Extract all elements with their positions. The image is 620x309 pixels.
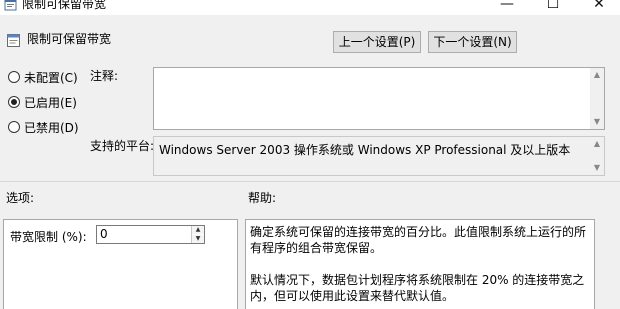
scroll-up-icon[interactable]: ▲ xyxy=(590,138,604,150)
options-label: 选项: xyxy=(6,191,35,205)
comment-scrollbar[interactable]: ▲ ▼ xyxy=(590,68,604,129)
radio-not-configured[interactable]: 未配置(C) xyxy=(8,69,78,85)
radio-enabled[interactable]: 已启用(E) xyxy=(8,94,77,110)
help-text: 确定系统可保留的连接带宽的百分比。此值限制系统上运行的所有程序的组合带宽保留。 … xyxy=(250,224,592,304)
radio-circle[interactable] xyxy=(8,121,20,133)
supported-scrollbar[interactable]: ▲ ▼ xyxy=(590,137,604,175)
scroll-up-icon[interactable]: ▲ xyxy=(590,69,604,81)
spin-up-icon[interactable]: ▲ xyxy=(192,226,204,234)
help-panel: 确定系统可保留的连接带宽的百分比。此值限制系统上运行的所有程序的组合带宽保留。 … xyxy=(245,219,595,309)
setting-title: 限制可保留带宽 xyxy=(27,32,112,46)
supported-label: 支持的平台: xyxy=(90,139,155,153)
policy-settings-icon xyxy=(4,0,17,11)
spinner-buttons[interactable]: ▲ ▼ xyxy=(191,226,204,243)
radio-disabled[interactable]: 已禁用(D) xyxy=(8,119,79,135)
radio-label: 未配置(C) xyxy=(24,70,78,85)
comment-field[interactable]: ▲ ▼ xyxy=(153,67,605,130)
window-title: 限制可保留带宽 xyxy=(22,0,107,11)
bandwidth-limit-value[interactable]: 0 xyxy=(100,227,108,241)
options-panel: 带宽限制 (%): 0 ▲ ▼ xyxy=(3,219,238,309)
spin-down-icon[interactable]: ▼ xyxy=(192,235,204,243)
scroll-down-icon[interactable]: ▼ xyxy=(590,116,604,128)
supported-value: Windows Server 2003 操作系统或 Windows XP Pro… xyxy=(159,143,571,157)
title-bar: 限制可保留带宽 — ☐ ✕ xyxy=(0,0,620,15)
radio-label: 已禁用(D) xyxy=(24,120,79,135)
supported-field: Windows Server 2003 操作系统或 Windows XP Pro… xyxy=(153,136,605,176)
radio-circle[interactable] xyxy=(8,71,20,83)
help-label: 帮助: xyxy=(248,191,277,205)
section-divider xyxy=(0,181,620,182)
bandwidth-limit-spinner[interactable]: 0 ▲ ▼ xyxy=(96,225,205,244)
help-paragraph: 确定系统可保留的连接带宽的百分比。此值限制系统上运行的所有程序的组合带宽保留。 xyxy=(250,225,587,255)
radio-circle[interactable] xyxy=(8,96,20,108)
comment-label: 注释: xyxy=(90,69,119,83)
bandwidth-limit-label: 带宽限制 (%): xyxy=(10,230,87,244)
previous-setting-button[interactable]: 上一个设置(P) xyxy=(333,31,421,53)
minimize-button[interactable]: — xyxy=(484,0,530,15)
scroll-down-icon[interactable]: ▼ xyxy=(590,162,604,174)
next-setting-button[interactable]: 下一个设置(N) xyxy=(428,31,517,53)
radio-label: 已启用(E) xyxy=(24,95,77,110)
help-scrollbar[interactable] xyxy=(595,219,611,309)
policy-page-icon xyxy=(7,34,20,47)
close-button[interactable]: ✕ xyxy=(576,0,620,15)
help-paragraph: 默认情况下，数据包计划程序将系统限制在 20% 的连接带宽之内，但可以使用此设置… xyxy=(250,273,585,303)
maximize-button[interactable]: ☐ xyxy=(530,0,576,15)
